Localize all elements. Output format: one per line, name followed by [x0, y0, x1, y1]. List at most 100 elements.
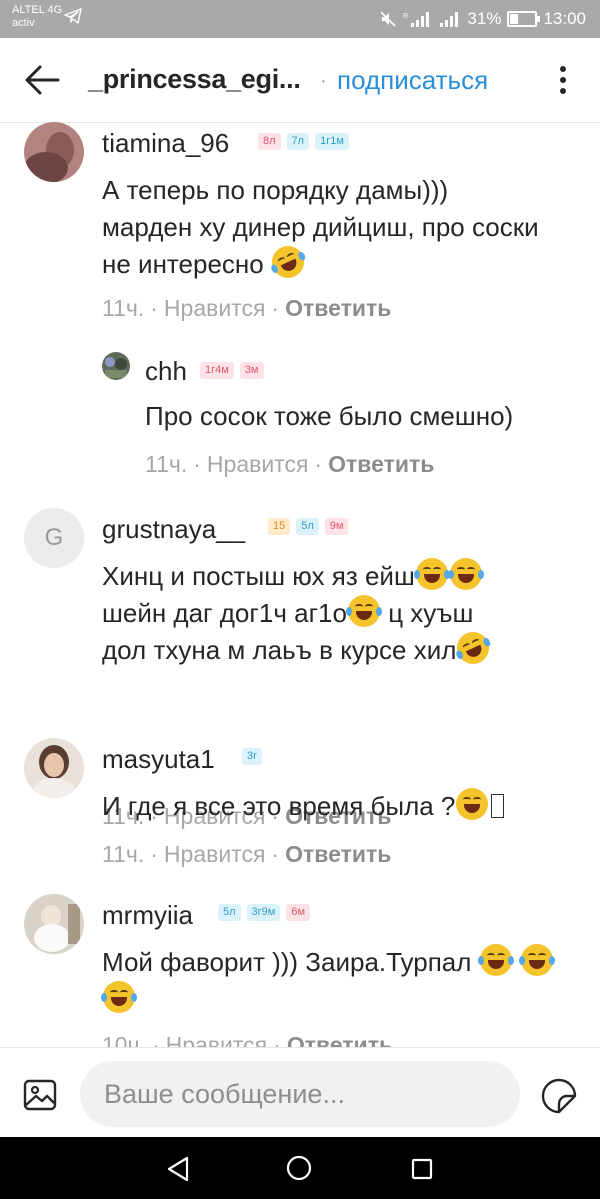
avatar[interactable]: G [24, 508, 84, 568]
comment-line-text: Хинц и постыш юх яз ейш [102, 561, 415, 591]
like-button[interactable]: Нравится [164, 295, 266, 321]
system-nav-bar [0, 1137, 600, 1199]
rofl-emoji-icon [452, 626, 495, 670]
comment-text: Хинц и постыш юх яз ейш шейн даг дог1ч а… [102, 558, 582, 670]
joy-emoji-icon [447, 558, 484, 590]
telegram-icon [64, 8, 82, 24]
comment-username[interactable]: chh [145, 356, 187, 387]
joy-emoji-icon [345, 595, 382, 627]
carrier-status: activ [12, 17, 35, 29]
comment-line: дол тхуна м лаьъ в курсе хил [102, 626, 582, 670]
reply-button[interactable]: Ответить [285, 295, 391, 321]
badge: 7л [286, 133, 310, 150]
comment-text: Про сосок тоже было смешно) [145, 401, 514, 431]
comment-line-text: шейн даг дог1ч аг1о [102, 598, 347, 628]
comment-time: 10ч. [102, 1032, 146, 1047]
comment-line: шейн даг дог1ч аг1о ц хуъш [102, 595, 582, 632]
message-input[interactable] [80, 1061, 520, 1127]
comment-composer [0, 1047, 600, 1138]
comment-body: А теперь по порядку дамы))) марден ху ди… [102, 175, 539, 279]
badge: 5л [218, 904, 241, 921]
back-arrow-icon[interactable] [24, 64, 60, 96]
avatar[interactable] [24, 894, 84, 954]
comment-time: 11ч. [145, 451, 188, 477]
like-button[interactable]: Нравится [207, 451, 309, 477]
like-button[interactable]: Нравится [164, 841, 266, 867]
comment-meta: 11ч. · Нравится · Ответить [145, 451, 435, 477]
badge: 1г1м [315, 133, 349, 150]
comment-line-text: ц хуъш [380, 598, 474, 628]
avatar[interactable] [102, 352, 130, 380]
comment-username[interactable]: mrmyiia [102, 900, 193, 931]
avatar[interactable] [24, 738, 84, 798]
badge: 3г [242, 748, 263, 765]
comment-body: Мой фаворит ))) Заира.Турпал [102, 947, 472, 977]
reply-button[interactable]: Ответить [287, 1032, 393, 1047]
carrier-name: ALTEL 4G [12, 4, 63, 16]
title-separator: · [320, 70, 327, 92]
signal-icon: R [403, 12, 430, 27]
avatar[interactable] [24, 122, 84, 182]
reply-button[interactable]: Ответить [328, 451, 434, 477]
svg-text:R: R [403, 13, 408, 20]
signal-icon-2 [440, 12, 459, 27]
comment-text: И где я все это время была ? [102, 788, 505, 825]
more-vert-icon[interactable] [556, 64, 570, 96]
status-icons: R 31% 13:00 [379, 9, 586, 29]
comment-username[interactable]: grustnaya__ [102, 514, 245, 545]
badge: 3г9м [246, 904, 281, 921]
rofl-emoji-icon [266, 240, 310, 284]
user-badges: 15 5л 9м [268, 518, 349, 535]
mute-icon [380, 11, 396, 27]
joy-emoji-icon [101, 981, 137, 1013]
grin-emoji-icon [456, 788, 489, 820]
joy-emoji-icon [477, 944, 514, 976]
joy-emoji-icon [518, 944, 555, 976]
carrier-info: ALTEL 4G activ [12, 4, 62, 30]
joy-emoji-icon [413, 558, 450, 590]
comment-username[interactable]: tiamina_96 [102, 128, 229, 159]
comment-meta: 11ч. · Нравится · Ответить [102, 295, 392, 321]
badge: 3м [239, 362, 264, 379]
clock: 13:00 [543, 9, 586, 28]
gallery-icon[interactable] [23, 1079, 57, 1111]
badge: 5л [296, 518, 319, 535]
user-badges: 8л 7л 1г1м [258, 133, 349, 150]
top-app-bar: _princessa_egi... · подписаться [0, 38, 600, 123]
comment-body: И где я все это время была ? [102, 791, 456, 821]
user-badges: 5л 3г9м 6м [218, 904, 311, 921]
avatar-image [24, 738, 84, 798]
badge: 15 [268, 518, 291, 535]
nav-back-icon[interactable] [166, 1156, 190, 1182]
nav-home-icon[interactable] [286, 1155, 312, 1181]
avatar-image [102, 352, 130, 380]
nav-recent-icon[interactable] [411, 1158, 433, 1180]
comment-meta: 10ч. · Нравится · Ответить [102, 1032, 393, 1047]
comment-line-text: дол тхуна м лаьъ в курсе хил [102, 635, 457, 665]
reply-button[interactable]: Ответить [285, 841, 391, 867]
comment-text: А теперь по порядку дамы))) марден ху ди… [102, 172, 542, 284]
user-badges: 1г4м 3м [200, 362, 264, 379]
comment-time: 11ч. [102, 841, 145, 867]
status-bar: ALTEL 4G activ R 31% 13:00 [0, 0, 600, 38]
comment-username[interactable]: masyuta1 [102, 744, 215, 775]
comment-text: Мой фаворит ))) Заира.Турпал [101, 944, 582, 1018]
page-title[interactable]: _princessa_egi... [88, 64, 301, 95]
badge: 8л [258, 133, 281, 150]
subscribe-button[interactable]: подписаться [337, 65, 488, 96]
missing-glyph-icon [491, 794, 505, 818]
battery-icon [507, 11, 541, 27]
comments-list[interactable]: tiamina_96 8л 7л 1г1м А теперь по порядк… [0, 122, 600, 1047]
comment-time: 11ч. [102, 295, 145, 321]
comment-meta: 11ч. · Нравится · Ответить [102, 841, 392, 867]
badge: 9м [324, 518, 349, 535]
user-badges: 3г [242, 748, 263, 765]
sticker-icon[interactable] [541, 1078, 577, 1114]
badge: 6м [286, 904, 311, 921]
battery-percent: 31% [467, 9, 502, 28]
like-button[interactable]: Нравится [166, 1032, 268, 1047]
comment-line: Хинц и постыш юх яз ейш [102, 558, 582, 595]
avatar-image [24, 894, 84, 954]
avatar-image [24, 122, 84, 182]
badge: 1г4м [200, 362, 234, 379]
